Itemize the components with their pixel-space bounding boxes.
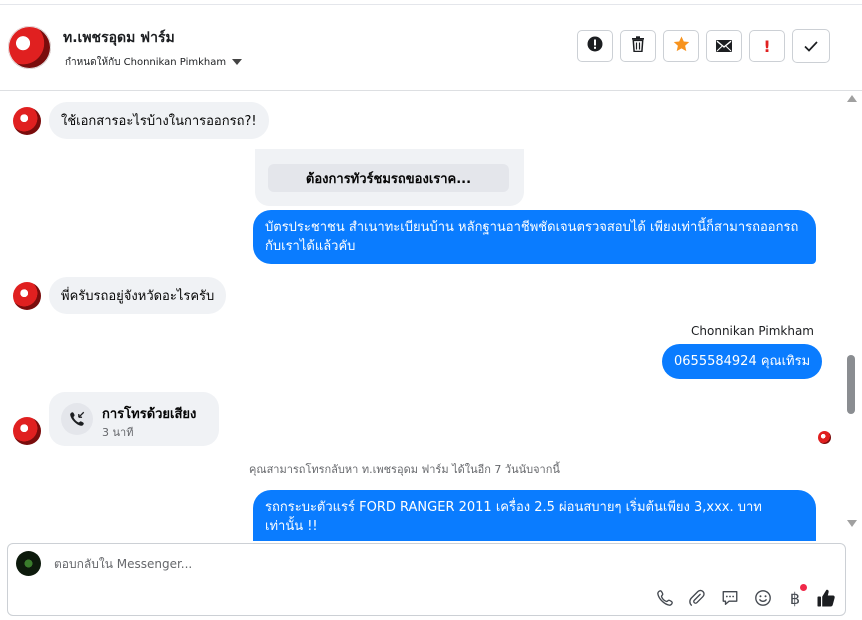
smiley-icon[interactable]: [752, 587, 774, 609]
reply-composer: ฿: [7, 543, 846, 616]
call-title: การโทรด้วยเสียง: [102, 407, 197, 422]
paperclip-icon[interactable]: [686, 587, 708, 609]
sender-avatar: [13, 417, 41, 445]
sender-avatar: [13, 107, 41, 135]
assignee-label: กำหนดให้กับ Chonnikan Pimkham: [65, 57, 227, 68]
important-button[interactable]: !: [749, 30, 785, 62]
read-receipt-avatar: [818, 431, 831, 444]
star-icon: [673, 36, 690, 56]
reply-input[interactable]: [52, 552, 656, 576]
envelope-icon: [716, 37, 732, 56]
scroll-thumb[interactable]: [847, 355, 855, 414]
notification-dot: [800, 584, 807, 591]
sender-avatar: [13, 282, 41, 310]
incoming-message: ใช้เอกสารอะไรบ้างในการออกรถ?!: [49, 102, 269, 139]
checkmark-icon: [804, 37, 818, 56]
caret-down-icon: [232, 59, 243, 65]
incoming-message: พี่ครับรถอยู่จังหวัดอะไรครับ: [49, 277, 227, 314]
alert-circle-icon: [587, 36, 603, 56]
assignee-dropdown[interactable]: กำหนดให้กับ Chonnikan Pimkham: [65, 55, 243, 70]
delete-button[interactable]: [620, 30, 656, 62]
page-title[interactable]: ท.เพชรอุดม ฟาร์ม: [63, 27, 175, 49]
outgoing-message: 0655584924 คุณเทิรม: [662, 344, 823, 379]
sender-name: Chonnikan Pimkham: [691, 324, 814, 338]
composer-avatar: [16, 551, 41, 576]
report-spam-button[interactable]: [577, 30, 613, 62]
scroll-down-arrow-icon[interactable]: [847, 520, 857, 527]
conversation-header: ท.เพชรอุดม ฟาร์ม กำหนดให้กับ Chonnikan P…: [0, 5, 862, 91]
outgoing-message: บัตรประชาชน สำเนาทะเบียนบ้าน หลักฐานอาชี…: [253, 210, 816, 264]
thumbs-up-icon[interactable]: [815, 587, 837, 609]
template-card: ต้องการทัวร์ชมรถของเราค...: [255, 149, 524, 206]
call-duration: 3 นาที: [102, 426, 134, 439]
template-option-button[interactable]: ต้องการทัวร์ชมรถของเราค...: [268, 164, 509, 192]
outgoing-message: รถกระบะตัวแรร์ FORD RANGER 2011 เครื่อง …: [253, 490, 816, 541]
callback-notice: คุณสามารถโทรกลับหา ท.เพชรอุดม ฟาร์ม ได้ใ…: [249, 463, 560, 476]
chat-bubble-icon[interactable]: [719, 587, 741, 609]
mark-unread-button[interactable]: [706, 30, 742, 62]
missed-call-icon: [61, 403, 93, 435]
voice-call-card[interactable]: การโทรด้วยเสียง 3 นาที: [49, 392, 219, 446]
exclamation-icon: !: [763, 36, 771, 56]
scroll-up-arrow-icon[interactable]: [847, 95, 857, 102]
trash-icon: [631, 36, 645, 56]
message-thread[interactable]: ใช้เอกสารอะไรบ้างในการออกรถ?! ต้องการทัว…: [0, 91, 842, 541]
star-button[interactable]: [663, 30, 699, 62]
mark-done-button[interactable]: [792, 29, 830, 63]
phone-icon[interactable]: [654, 587, 676, 609]
page-avatar[interactable]: [8, 26, 51, 69]
scrollbar[interactable]: [842, 91, 862, 541]
